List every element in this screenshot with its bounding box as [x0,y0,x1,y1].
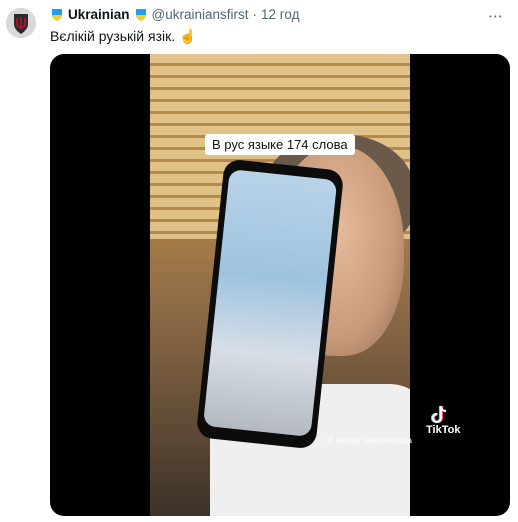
user-handle[interactable]: @ukrainiansfirst [152,7,249,22]
tiktok-icon [430,405,447,424]
tweet-header: Ukrainian @ukrainiansfirst · 12 год [50,7,498,22]
display-name[interactable]: Ukrainian [68,7,130,22]
tiktok-brand: TikTok [426,424,461,436]
tiktok-handle: @ alenka.sestrenka.usa [326,436,412,445]
ukraine-shield-icon [50,8,64,22]
more-icon[interactable]: ⋯ [484,6,508,26]
tweet-timestamp[interactable]: 12 год [261,7,299,22]
ukraine-shield-icon [134,8,148,22]
phone-screen [202,169,338,437]
avatar[interactable] [6,8,36,38]
tweet-media-video[interactable]: В рус языке 174 слова TikTok @ alenka.se… [50,54,510,516]
tweet-text: Вєлікій рузькій язік. ☝️ [50,28,197,44]
separator-dot: · [252,7,258,22]
trident-shield-icon [6,8,36,38]
video-frame [150,54,410,516]
video-caption: В рус языке 174 слова [205,134,355,155]
